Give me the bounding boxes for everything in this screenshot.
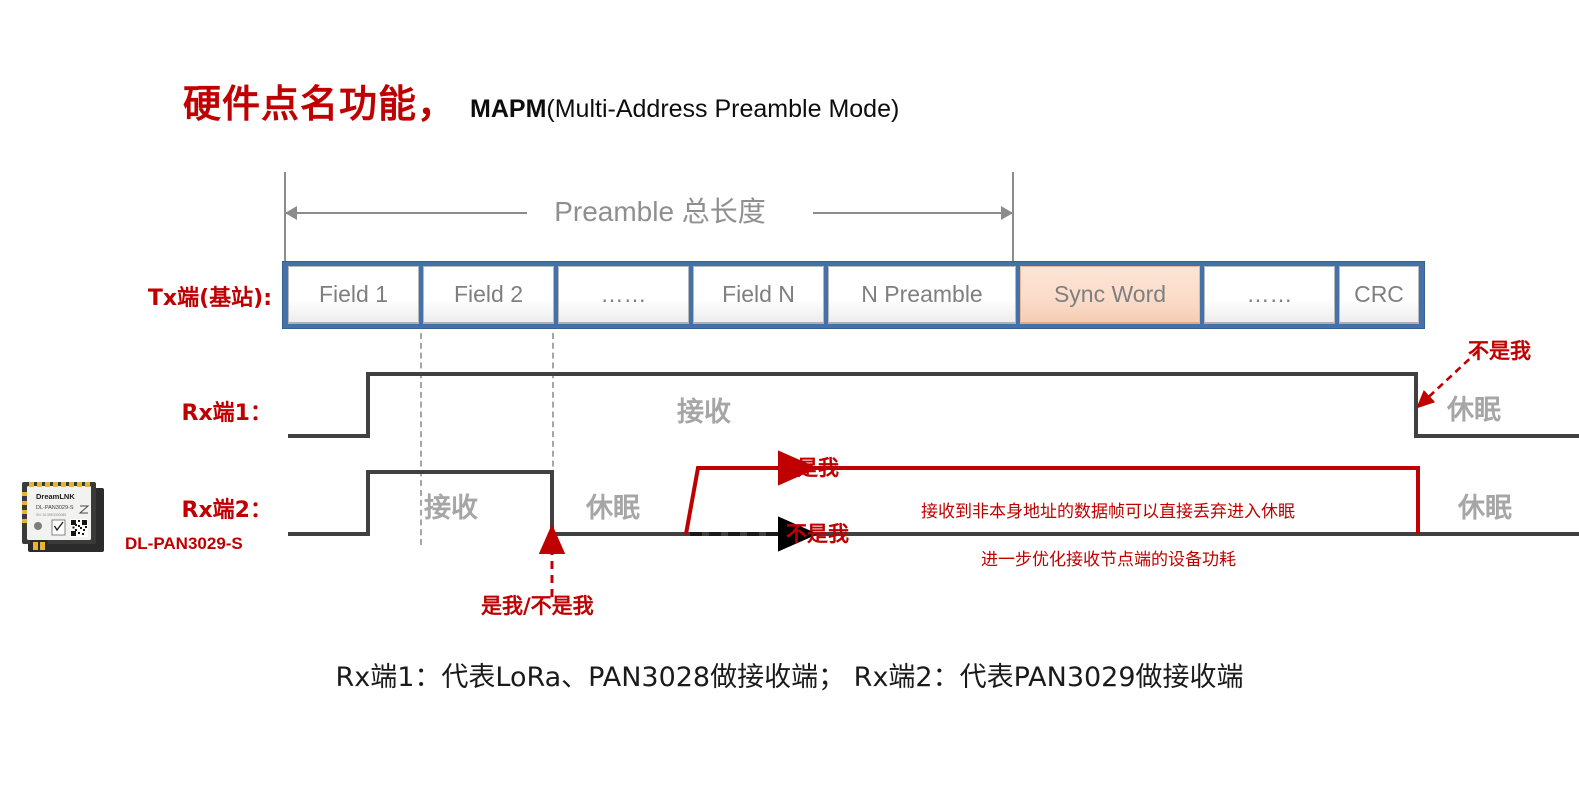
field-box-n-preamble[interactable]: N Preamble [828, 266, 1016, 324]
rx2-wire-rising-edge [366, 470, 370, 536]
field-box-ellipsis-2[interactable]: …… [1204, 266, 1335, 324]
title-english: MAPM(Multi-Address Preamble Mode) [470, 95, 899, 124]
field-box-field-1[interactable]: Field 1 [288, 266, 419, 324]
rx1-wire-low-left [288, 434, 370, 438]
rx1-callout-arrow [1416, 350, 1479, 409]
preamble-tick-right [1012, 172, 1014, 268]
rx1-wire-high [366, 372, 1418, 376]
preamble-arrow-line-left [285, 212, 527, 214]
rx1-wire-rising-edge [366, 372, 370, 438]
field-box-sync-word[interactable]: Sync Word [1020, 266, 1200, 324]
rx2-state-receive: 接收 [424, 493, 478, 524]
field-box-field-n[interactable]: Field N [693, 266, 824, 324]
rx2-callout-decision: 是我/不是我 [481, 594, 594, 618]
svg-text:SN: DL35E3300085: SN: DL35E3300085 [36, 513, 66, 517]
rx1-state-receive: 接收 [677, 397, 731, 428]
rx2-state-sleep-mid: 休眠 [586, 493, 640, 524]
field-box-field-2[interactable]: Field 2 [423, 266, 554, 324]
title-acronym: MAPM [470, 95, 547, 123]
field-box-ellipsis-1[interactable]: …… [558, 266, 689, 324]
slide-title: 硬件点名功能， MAPM(Multi-Address Preamble Mode… [183, 73, 899, 128]
svg-text:DL-PAN3029-S: DL-PAN3029-S [36, 505, 74, 511]
arrow-left-icon [285, 206, 297, 220]
rx2-note-line-1: 接收到非本身地址的数据帧可以直接丢弃进入休眠 [921, 502, 1295, 521]
rx1-row-label: Rx端1： [181, 401, 272, 426]
rx2-wire-baseline [550, 532, 1579, 536]
preamble-tick-left [284, 172, 286, 268]
bottom-caption: Rx端1：代表LoRa、PAN3028做接收端； Rx端2：代表PAN3029做… [335, 662, 1244, 693]
tx-frame-container: Field 1 Field 2 …… Field N N Preamble Sy… [282, 261, 1425, 329]
rx2-callout-is-me: 是我 [797, 456, 839, 480]
rx2-wire-high-pulse [366, 470, 554, 474]
preamble-length-label: Preamble 总长度 [554, 196, 766, 227]
preamble-arrow-line-right [813, 212, 1012, 214]
rx2-state-sleep-end: 休眠 [1458, 493, 1512, 524]
title-chinese: 硬件点名功能， [183, 82, 457, 126]
module-product-photo: DreamLNK DL-PAN3029-S SN: DL35E3300085 [22, 482, 104, 552]
alignment-guide-field1 [420, 333, 422, 545]
rx2-callout-not-me: 不是我 [786, 522, 849, 546]
svg-text:DreamLNK: DreamLNK [36, 492, 75, 501]
rx1-wire-low-right [1414, 434, 1579, 438]
title-expansion: (Multi-Address Preamble Mode) [546, 95, 900, 123]
diagram-canvas: 硬件点名功能， MAPM(Multi-Address Preamble Mode… [0, 0, 1579, 796]
arrow-right-icon [1001, 206, 1013, 220]
rx2-wire-falling-edge [550, 470, 554, 536]
field-box-crc[interactable]: CRC [1339, 266, 1419, 324]
rx2-note-line-2: 进一步优化接收节点端的设备功耗 [981, 550, 1236, 569]
tx-row-label: Tx端(基站): [147, 286, 272, 311]
rx2-wire-low-left [288, 532, 370, 536]
